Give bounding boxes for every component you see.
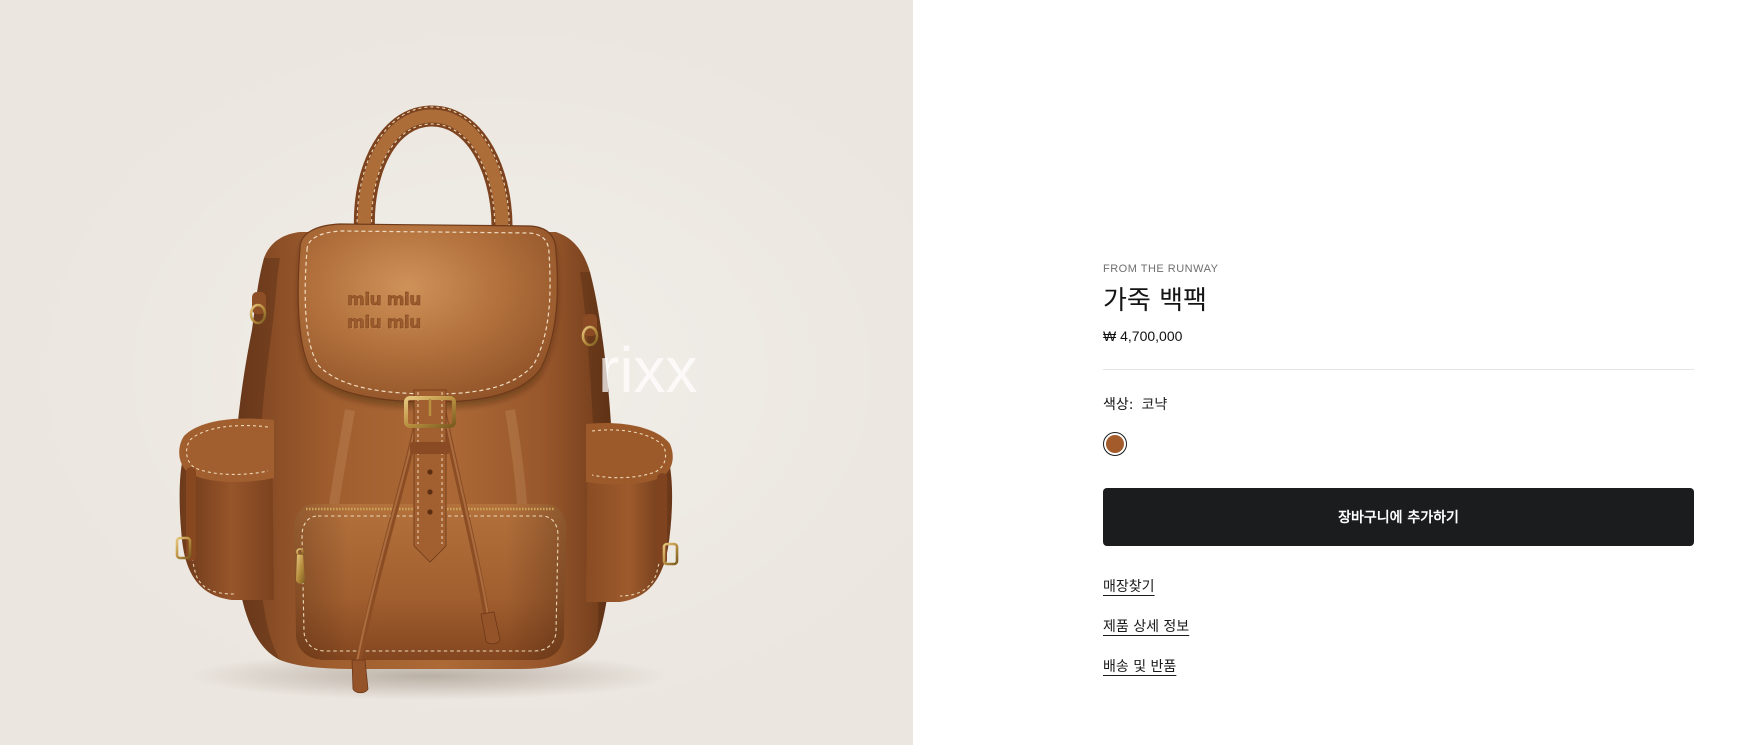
product-details-link[interactable]: 제품 상세 정보	[1103, 617, 1189, 637]
product-image[interactable]: miu miu miu miu miu miu miu miu rixx	[0, 0, 913, 745]
strap-hole	[427, 489, 433, 495]
swatch-fill	[1106, 435, 1124, 453]
strap-hole	[427, 469, 433, 475]
product-price: ₩ 4,700,000	[1103, 328, 1183, 344]
backpack-flap: miu miu miu miu miu miu miu miu	[297, 223, 559, 403]
embossed-logo-line: miu miu	[347, 290, 421, 310]
right-side-pocket	[586, 422, 679, 602]
flap-leather	[297, 223, 559, 403]
color-label: 색상:	[1103, 397, 1134, 413]
color-row: 색상: 코냑	[1103, 396, 1694, 414]
store-locator-link[interactable]: 매장찾기	[1103, 577, 1155, 597]
add-to-cart-button[interactable]: 장바구니에 추가하기	[1103, 488, 1694, 546]
info-links: 매장찾기 제품 상세 정보 배송 및 반품	[1103, 577, 1694, 677]
color-value: 코냑	[1141, 397, 1168, 413]
left-side-pocket	[175, 418, 274, 600]
collection-label: FROM THE RUNWAY	[1103, 263, 1219, 275]
strap-keeper	[410, 442, 450, 454]
strap-hole	[427, 509, 433, 515]
embossed-logo-line: miu miu	[347, 313, 421, 333]
color-swatches	[1103, 432, 1694, 456]
image-watermark: rixx	[598, 334, 698, 406]
color-swatch-cognac[interactable]	[1103, 432, 1127, 456]
product-info-panel: FROM THE RUNWAY 가죽 백팩 ₩ 4,700,000 색상: 코냑 …	[1103, 262, 1694, 697]
divider	[1103, 369, 1694, 370]
d-ring-tab	[583, 314, 597, 336]
drawstring-tip-left	[351, 659, 369, 694]
shipping-returns-link[interactable]: 배송 및 반품	[1103, 657, 1176, 677]
product-title: 가죽 백팩	[1103, 286, 1207, 316]
product-image-panel: miu miu miu miu miu miu miu miu rixx	[0, 0, 913, 745]
